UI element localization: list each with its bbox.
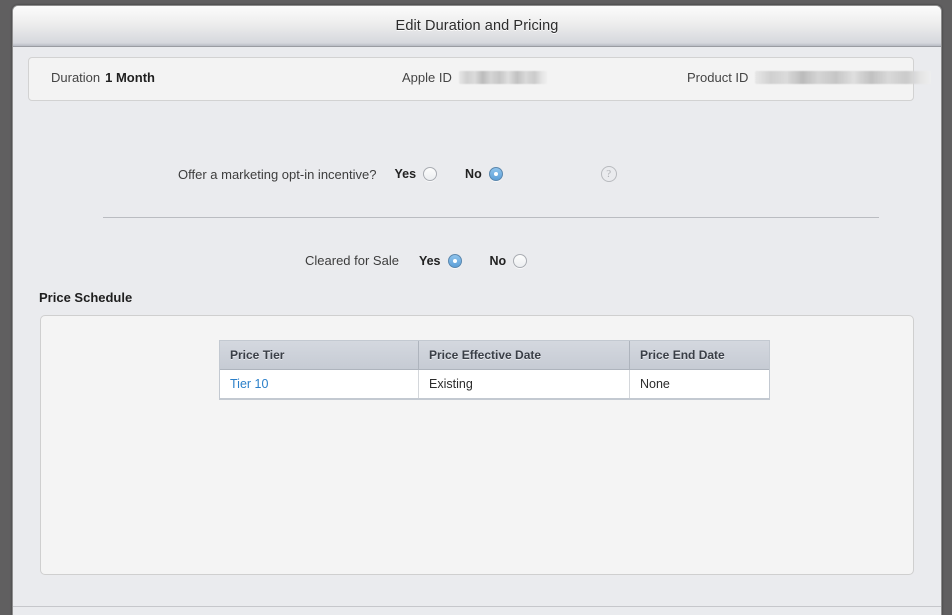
price-schedule-table: Price Tier Price Effective Date Price En… bbox=[220, 341, 769, 399]
cleared-for-sale-yes-label: Yes bbox=[418, 253, 441, 268]
cleared-for-sale-label: Cleared for Sale bbox=[305, 253, 399, 268]
duration-field: Duration 1 Month bbox=[51, 70, 155, 85]
product-id-redacted-value bbox=[755, 71, 932, 84]
duration-value: 1 Month bbox=[105, 70, 155, 85]
product-id-label: Product ID bbox=[687, 70, 749, 85]
column-header-price-end-date: Price End Date bbox=[629, 341, 769, 370]
product-id-field: Product ID bbox=[687, 70, 932, 85]
cell-price-effective-date: Existing bbox=[418, 369, 630, 399]
table-header-row: Price Tier Price Effective Date Price En… bbox=[220, 341, 769, 370]
marketing-optin-no-radio[interactable] bbox=[488, 167, 503, 181]
marketing-optin-row: Offer a marketing opt-in incentive? Yes … bbox=[178, 166, 617, 182]
dialog-body: Duration 1 Month Apple ID Product ID Off… bbox=[13, 47, 941, 615]
page-title: Edit Duration and Pricing bbox=[395, 18, 559, 34]
price-schedule-heading: Price Schedule bbox=[39, 290, 133, 305]
cleared-for-sale-no-label: No bbox=[489, 253, 507, 268]
apple-id-redacted-value bbox=[458, 71, 547, 84]
cell-price-tier: Tier 10 bbox=[220, 369, 419, 399]
apple-id-field: Apple ID bbox=[402, 70, 547, 85]
section-divider bbox=[103, 217, 879, 218]
cleared-for-sale-no-radio[interactable] bbox=[513, 253, 528, 268]
marketing-optin-no[interactable]: No bbox=[465, 167, 503, 181]
column-header-price-tier: Price Tier bbox=[220, 341, 419, 370]
cleared-for-sale-yes[interactable]: Yes bbox=[418, 253, 462, 268]
info-bar: Duration 1 Month Apple ID Product ID bbox=[28, 57, 932, 101]
price-schedule-panel: Price Tier Price Effective Date Price En… bbox=[40, 315, 914, 575]
marketing-optin-yes-label: Yes bbox=[394, 167, 417, 181]
cell-price-end-date: None bbox=[629, 369, 769, 399]
price-tier-link[interactable]: Tier 10 bbox=[230, 377, 268, 391]
marketing-optin-yes-radio[interactable] bbox=[423, 167, 438, 181]
marketing-optin-label: Offer a marketing opt-in incentive? bbox=[178, 166, 377, 182]
duration-label: Duration bbox=[51, 70, 101, 85]
cleared-for-sale-no[interactable]: No bbox=[489, 253, 528, 268]
column-header-price-effective-date: Price Effective Date bbox=[418, 341, 630, 370]
marketing-optin-no-label: No bbox=[465, 167, 482, 181]
dialog-window: Edit Duration and Pricing Duration 1 Mon… bbox=[12, 5, 942, 615]
marketing-optin-yes[interactable]: Yes bbox=[394, 167, 438, 181]
cleared-for-sale-yes-radio[interactable] bbox=[447, 253, 462, 268]
apple-id-label: Apple ID bbox=[402, 70, 452, 85]
window-titlebar: Edit Duration and Pricing bbox=[13, 6, 941, 47]
table-row: Tier 10 Existing None bbox=[220, 369, 769, 399]
help-icon[interactable]: ? bbox=[600, 166, 617, 182]
cleared-for-sale-row: Cleared for Sale Yes No bbox=[305, 253, 528, 268]
